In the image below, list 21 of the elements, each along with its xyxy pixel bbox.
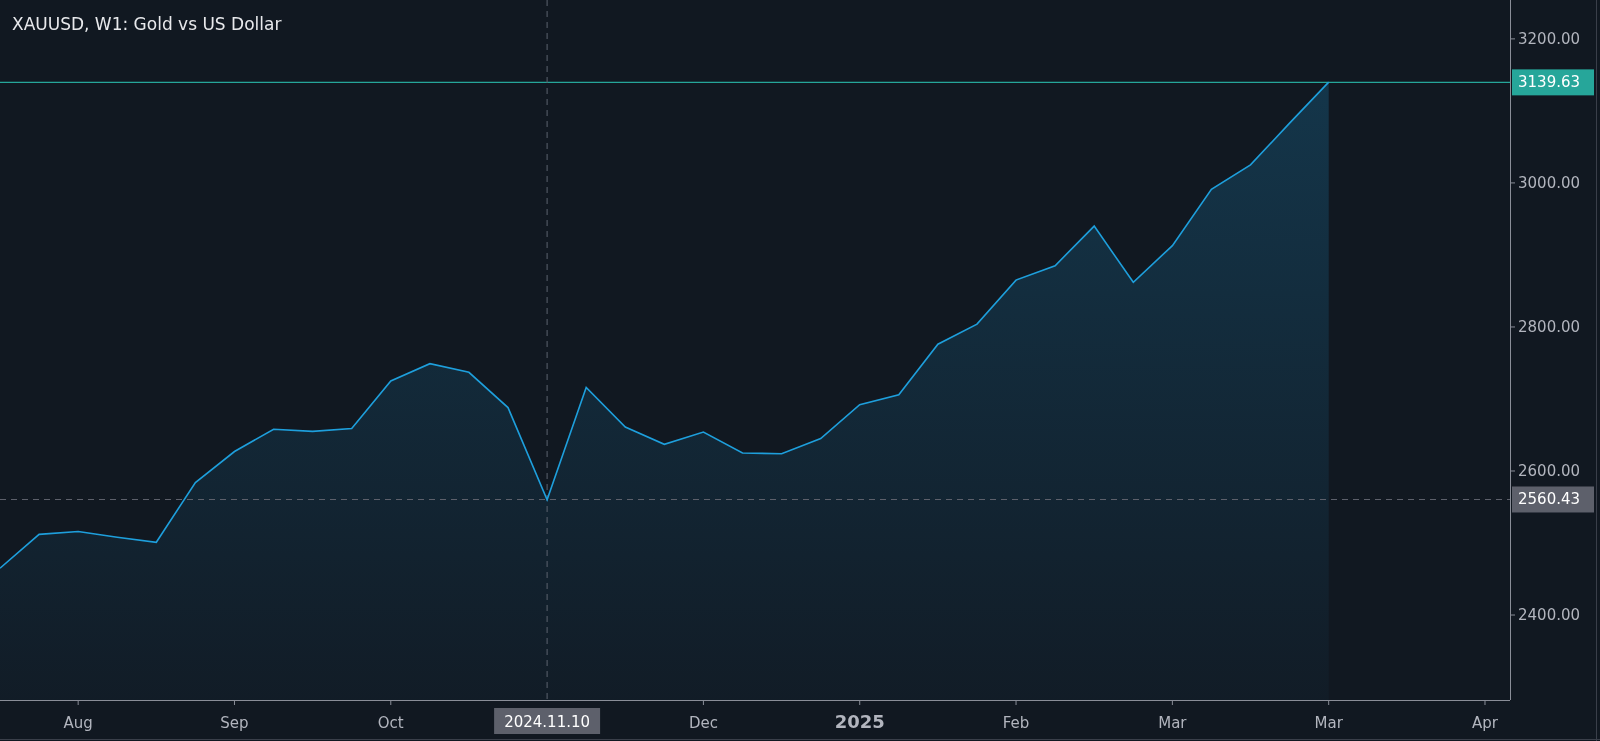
- x-tick-label: 2024.11.10: [504, 713, 591, 731]
- axis-label: Aug: [63, 714, 93, 732]
- ref-line-label: 3139.63: [1518, 73, 1581, 92]
- price-label: 2560.43: [1512, 486, 1594, 513]
- axis-label: 2400.00: [1518, 606, 1581, 624]
- axis-label: Oct: [377, 714, 404, 732]
- axis-label: 3000.00: [1518, 173, 1581, 192]
- axis-label: 3200.00: [1518, 29, 1581, 48]
- axis-label: Mar: [1158, 714, 1187, 732]
- axis-label: Apr: [1472, 714, 1498, 732]
- axis-label: Feb: [1002, 714, 1030, 732]
- axis-label: 2800.00: [1518, 317, 1581, 336]
- ref-line-label: 2560.43: [1518, 490, 1581, 509]
- chart-title: XAUUSD, W1: Gold vs US Dollar: [12, 14, 282, 34]
- date-label: 2024.11.10: [494, 708, 601, 734]
- axis-label: Dec: [688, 714, 718, 732]
- axis-label: Sep: [220, 714, 249, 732]
- axis-label: 2600.00: [1518, 462, 1581, 480]
- price-label: 3139.63: [1512, 69, 1594, 96]
- axis-label: 2025: [834, 711, 885, 732]
- axis-label: Mar: [1314, 714, 1343, 732]
